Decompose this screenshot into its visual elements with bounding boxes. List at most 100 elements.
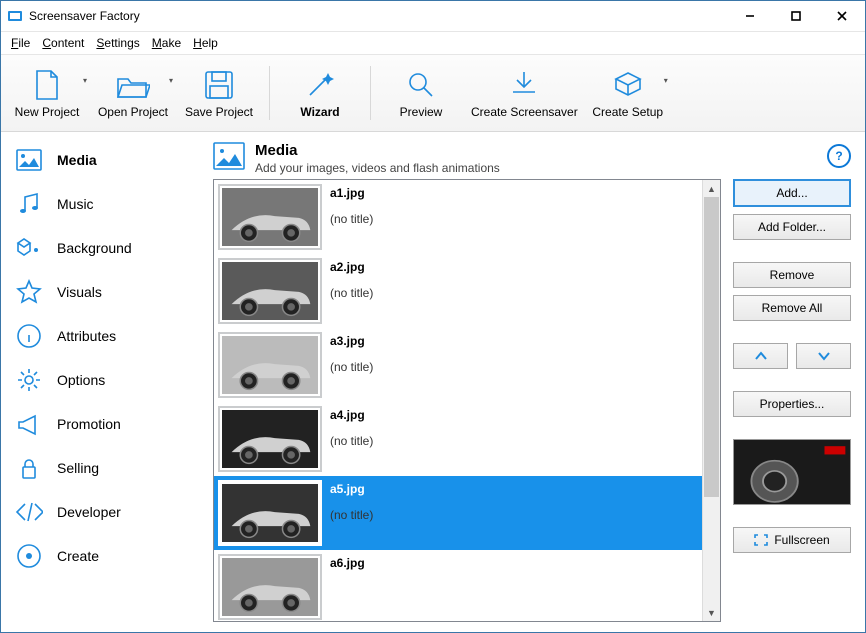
sidebar-item-selling[interactable]: Selling [1,446,199,490]
close-button[interactable] [819,1,865,31]
toolbar-create-setup[interactable]: Create Setup ▾ [586,58,670,128]
item-title: (no title) [330,434,373,448]
sidebar-item-label: Developer [57,504,121,520]
item-title: (no title) [330,508,373,522]
toolbar-open-project[interactable]: Open Project ▾ [91,58,175,128]
menu-make[interactable]: Make [148,34,185,52]
sidebar-item-music[interactable]: Music [1,182,199,226]
open-project-icon [116,67,150,103]
properties-button[interactable]: Properties... [733,391,851,417]
list-item[interactable]: a6.jpg [214,550,702,621]
move-down-button[interactable] [796,343,851,369]
item-thumbnail [220,334,320,396]
scroll-down-icon[interactable]: ▼ [703,604,720,621]
sidebar-item-label: Options [57,372,105,388]
sidebar-item-create[interactable]: Create [1,534,199,578]
preview-icon [406,67,436,103]
toolbar-new-project[interactable]: New Project ▾ [5,58,89,128]
main-panel: Media Add your images, videos and flash … [199,132,865,632]
remove-all-button[interactable]: Remove All [733,295,851,321]
list-item[interactable]: a5.jpg (no title) [214,476,702,550]
sidebar-item-label: Music [57,196,94,212]
sidebar: Media Music Background Visuals Attribute… [1,132,199,632]
sidebar-item-visuals[interactable]: Visuals [1,270,199,314]
sidebar-item-label: Background [57,240,132,256]
item-filename: a4.jpg [330,408,373,422]
sidebar-item-attributes[interactable]: Attributes [1,314,199,358]
developer-icon [15,498,43,526]
toolbar-preview[interactable]: Preview [379,58,463,128]
sidebar-item-developer[interactable]: Developer [1,490,199,534]
add-button[interactable]: Add... [733,179,851,207]
toolbar-create-screensaver[interactable]: Create Screensaver [465,58,584,128]
sidebar-item-background[interactable]: Background [1,226,199,270]
menu-file[interactable]: File [7,34,34,52]
menu-help[interactable]: Help [189,34,222,52]
minimize-button[interactable] [727,1,773,31]
titlebar: Screensaver Factory [1,1,865,32]
help-icon[interactable]: ? [827,144,851,168]
sidebar-item-label: Media [57,152,97,168]
toolbar: New Project ▾ Open Project ▾ Save Projec… [1,54,865,132]
item-thumbnail [220,556,320,618]
vertical-scrollbar[interactable]: ▲ ▼ [702,180,720,621]
background-icon [15,234,43,262]
main-body: a1.jpg (no title) a2.jpg (no title) a3.j… [199,179,865,632]
item-title: (no title) [330,360,373,374]
create-icon [15,542,43,570]
visuals-icon [15,278,43,306]
create-setup-icon [612,67,644,103]
app-icon [7,8,23,24]
window-title: Screensaver Factory [29,9,727,23]
list-item[interactable]: a1.jpg (no title) [214,180,702,254]
sidebar-item-media[interactable]: Media [1,138,199,182]
toolbar-wizard[interactable]: Wizard [278,58,362,128]
options-icon [15,366,43,394]
page-subtitle: Add your images, videos and flash animat… [255,161,817,175]
fullscreen-button[interactable]: Fullscreen [733,527,851,553]
item-title: (no title) [330,212,373,226]
list-item[interactable]: a3.jpg (no title) [214,328,702,402]
promotion-icon [15,410,43,438]
item-thumbnail [220,408,320,470]
dropdown-caret-icon[interactable]: ▾ [169,76,173,85]
move-up-button[interactable] [733,343,788,369]
toolbar-save-project[interactable]: Save Project [177,58,261,128]
action-panel: Add... Add Folder... Remove Remove All P… [733,179,851,622]
maximize-button[interactable] [773,1,819,31]
sidebar-item-label: Attributes [57,328,116,344]
dropdown-caret-icon[interactable]: ▾ [664,76,668,85]
content-area: Media Music Background Visuals Attribute… [1,132,865,632]
item-filename: a3.jpg [330,334,373,348]
save-project-icon [204,67,234,103]
toolbar-separator [370,66,371,120]
scroll-up-icon[interactable]: ▲ [703,180,720,197]
menu-settings[interactable]: Settings [92,34,143,52]
item-filename: a1.jpg [330,186,373,200]
media-icon [15,146,43,174]
add-folder-button[interactable]: Add Folder... [733,214,851,240]
sidebar-item-label: Create [57,548,99,564]
page-title: Media [255,142,817,159]
sidebar-item-label: Visuals [57,284,102,300]
new-project-icon [33,67,61,103]
sidebar-item-options[interactable]: Options [1,358,199,402]
dropdown-caret-icon[interactable]: ▾ [83,76,87,85]
list-item[interactable]: a2.jpg (no title) [214,254,702,328]
app-window: Screensaver Factory File Content Setting… [0,0,866,633]
music-icon [15,190,43,218]
remove-button[interactable]: Remove [733,262,851,288]
menu-content[interactable]: Content [38,34,88,52]
list-item[interactable]: a4.jpg (no title) [214,402,702,476]
media-list-viewport[interactable]: a1.jpg (no title) a2.jpg (no title) a3.j… [214,180,702,621]
sidebar-item-label: Promotion [57,416,121,432]
item-title: (no title) [330,286,373,300]
menubar: File Content Settings Make Help [1,32,865,54]
item-thumbnail [220,260,320,322]
scrollbar-thumb[interactable] [704,197,719,497]
create-screensaver-icon [509,67,539,103]
media-icon [213,142,245,174]
sidebar-item-promotion[interactable]: Promotion [1,402,199,446]
item-filename: a2.jpg [330,260,373,274]
attributes-icon [15,322,43,350]
